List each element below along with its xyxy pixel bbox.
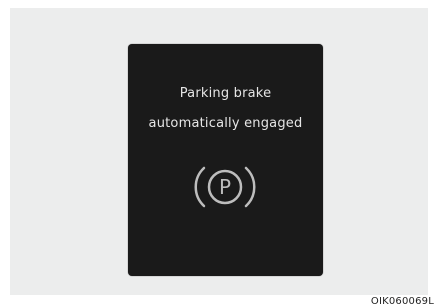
warning-message-line-2: automatically engaged: [148, 116, 303, 131]
parking-brake-letter: P: [219, 175, 231, 199]
parking-brake-icon: P: [194, 166, 256, 208]
cluster-display: Parking brake automatically engaged P: [128, 44, 323, 276]
warning-message-line-1: Parking brake: [179, 86, 272, 101]
figure-code: OIK060069L: [370, 296, 434, 307]
